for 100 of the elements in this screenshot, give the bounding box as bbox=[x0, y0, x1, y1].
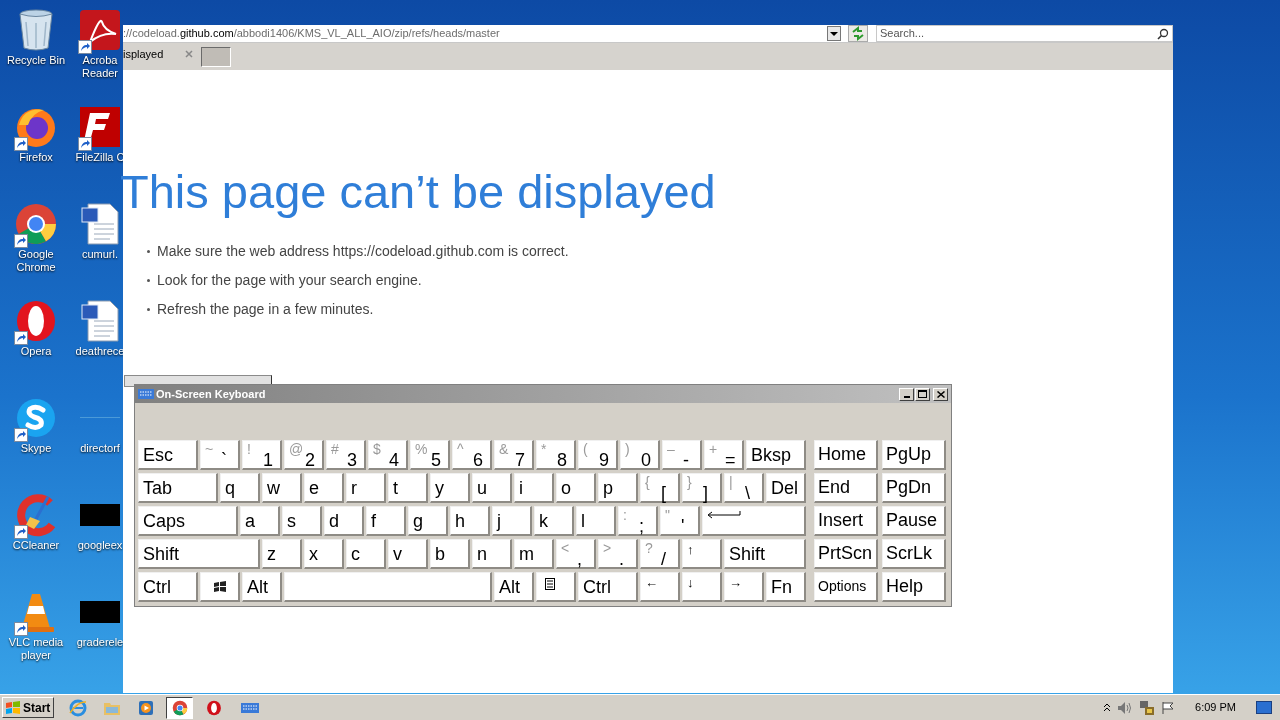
keyboard-key[interactable]: Bksp bbox=[746, 440, 806, 470]
new-tab-button[interactable] bbox=[201, 47, 231, 67]
maximize-button[interactable] bbox=[915, 387, 930, 401]
taskbar-app-button[interactable] bbox=[166, 696, 193, 719]
keyboard-key[interactable]: b bbox=[430, 539, 470, 569]
keyboard-key[interactable]: Alt bbox=[494, 572, 534, 602]
desktop-icon-label[interactable]: Chrome bbox=[16, 261, 56, 274]
keyboard-key[interactable]: $ 4 bbox=[368, 440, 408, 470]
keyboard-key[interactable]: ↑ bbox=[682, 539, 722, 569]
search-field[interactable]: Search... bbox=[876, 25, 1173, 42]
keyboard-key[interactable]: Fn bbox=[766, 572, 806, 602]
speaker-icon[interactable] bbox=[1117, 700, 1134, 715]
keyboard-key[interactable]: Esc bbox=[138, 440, 198, 470]
keyboard-key[interactable]: x bbox=[304, 539, 344, 569]
keyboard-key[interactable]: * 8 bbox=[536, 440, 576, 470]
keyboard-key[interactable]: n bbox=[472, 539, 512, 569]
keyboard-key[interactable]: PrtScn bbox=[814, 539, 878, 569]
refresh-icon[interactable] bbox=[848, 25, 868, 42]
keyboard-key[interactable]: a bbox=[240, 506, 280, 536]
keyboard-key[interactable]: f bbox=[366, 506, 406, 536]
keyboard-key[interactable]: } ] bbox=[682, 473, 722, 503]
desktop-icon-label[interactable]: Opera bbox=[20, 345, 52, 358]
keyboard-key[interactable]: PgDn bbox=[882, 473, 946, 503]
keyboard-key[interactable]: Shift bbox=[724, 539, 806, 569]
desktop-icon-label[interactable]: CCleaner bbox=[12, 539, 60, 552]
keyboard-key[interactable]: Del bbox=[766, 473, 806, 503]
windows-key[interactable] bbox=[200, 572, 240, 602]
keyboard-key[interactable]: y bbox=[430, 473, 470, 503]
keyboard-key[interactable]: – - bbox=[662, 440, 702, 470]
address-field[interactable]: ://codeload.github.com/abbodi1406/KMS_VL_ALL_AIO/zip/refs/heads/master bbox=[123, 25, 825, 42]
keyboard-key[interactable]: ~ ` bbox=[200, 440, 240, 470]
keyboard-key[interactable]: Home bbox=[814, 440, 878, 470]
minimize-button[interactable] bbox=[899, 387, 914, 401]
keyboard-key[interactable]: Options bbox=[814, 572, 878, 602]
keyboard-key[interactable]: Help bbox=[882, 572, 946, 602]
keyboard-key[interactable]: i bbox=[514, 473, 554, 503]
keyboard-key[interactable]: | \ bbox=[724, 473, 764, 503]
keyboard-key[interactable]: s bbox=[282, 506, 322, 536]
desktop-icon-label[interactable]: directorf bbox=[80, 442, 120, 455]
network-icon[interactable] bbox=[1139, 699, 1156, 716]
desktop-icon-label[interactable]: Recycle Bin bbox=[6, 54, 66, 67]
keyboard-key[interactable]: w bbox=[262, 473, 302, 503]
keyboard-key[interactable]: k bbox=[534, 506, 574, 536]
enter-key[interactable] bbox=[702, 506, 806, 536]
keyboard-key[interactable]: Insert bbox=[814, 506, 878, 536]
desktop-icon-label[interactable]: Google bbox=[18, 248, 54, 261]
desktop-icon-label[interactable]: cumurl. bbox=[81, 248, 119, 261]
keyboard-key[interactable]: ? / bbox=[640, 539, 680, 569]
keyboard-key[interactable]: Ctrl bbox=[578, 572, 638, 602]
desktop-icon-label[interactable]: Firefox bbox=[19, 151, 53, 164]
keyboard-key[interactable]: < , bbox=[556, 539, 596, 569]
desktop-icon-label[interactable]: deathrece bbox=[75, 345, 125, 358]
keyboard-key[interactable]: & 7 bbox=[494, 440, 534, 470]
keyboard-key[interactable]: j bbox=[492, 506, 532, 536]
menu-key[interactable] bbox=[536, 572, 576, 602]
keyboard-key[interactable]: o bbox=[556, 473, 596, 503]
keyboard-key[interactable]: PgUp bbox=[882, 440, 946, 470]
keyboard-key[interactable]: t bbox=[388, 473, 428, 503]
keyboard-key[interactable]: l bbox=[576, 506, 616, 536]
keyboard-key[interactable]: : ; bbox=[618, 506, 658, 536]
keyboard-key[interactable]: # 3 bbox=[326, 440, 366, 470]
keyboard-key[interactable]: h bbox=[450, 506, 490, 536]
keyboard-key[interactable]: r bbox=[346, 473, 386, 503]
desktop-icon-label[interactable]: Acroba bbox=[82, 54, 118, 67]
dropdown-icon[interactable] bbox=[827, 26, 841, 41]
keyboard-key[interactable]: > . bbox=[598, 539, 638, 569]
space-key[interactable] bbox=[284, 572, 492, 602]
keyboard-key[interactable]: { [ bbox=[640, 473, 680, 503]
keyboard-key[interactable]: c bbox=[346, 539, 386, 569]
desktop-icon-label[interactable]: Skype bbox=[20, 442, 52, 455]
desktop-icon-label[interactable]: googleex bbox=[77, 539, 123, 552]
keyboard-key[interactable]: u bbox=[472, 473, 512, 503]
keyboard-key[interactable]: Alt bbox=[242, 572, 282, 602]
keyboard-key[interactable]: ) 0 bbox=[620, 440, 660, 470]
keyboard-key[interactable]: ^ 6 bbox=[452, 440, 492, 470]
keyboard-key[interactable]: ! 1 bbox=[242, 440, 282, 470]
clock[interactable]: 6:09 PM bbox=[1195, 699, 1236, 716]
keyboard-key[interactable]: d bbox=[324, 506, 364, 536]
start-button[interactable]: Start bbox=[2, 697, 54, 718]
keyboard-key[interactable]: → bbox=[724, 572, 764, 602]
keyboard-key[interactable]: z bbox=[262, 539, 302, 569]
keyboard-key[interactable]: v bbox=[388, 539, 428, 569]
chevron-up-icon[interactable] bbox=[1103, 703, 1112, 712]
keyboard-key[interactable]: Pause bbox=[882, 506, 946, 536]
keyboard-key[interactable]: " ' bbox=[660, 506, 700, 536]
keyboard-key[interactable]: + = bbox=[704, 440, 744, 470]
keyboard-key[interactable]: ScrLk bbox=[882, 539, 946, 569]
keyboard-key[interactable]: Ctrl bbox=[138, 572, 198, 602]
keyboard-key[interactable]: ↓ bbox=[682, 572, 722, 602]
keyboard-key[interactable]: e bbox=[304, 473, 344, 503]
keyboard-key[interactable]: Shift bbox=[138, 539, 260, 569]
keyboard-key[interactable]: Caps bbox=[138, 506, 238, 536]
desktop-icon-label[interactable]: Reader bbox=[81, 67, 119, 80]
keyboard-key[interactable]: q bbox=[220, 473, 260, 503]
close-button[interactable] bbox=[933, 387, 948, 401]
flag-icon[interactable] bbox=[1161, 700, 1176, 715]
keyboard-key[interactable]: @2 bbox=[284, 440, 324, 470]
keyboard-key[interactable]: Tab bbox=[138, 473, 218, 503]
keyboard-key[interactable]: End bbox=[814, 473, 878, 503]
keyboard-key[interactable]: p bbox=[598, 473, 638, 503]
